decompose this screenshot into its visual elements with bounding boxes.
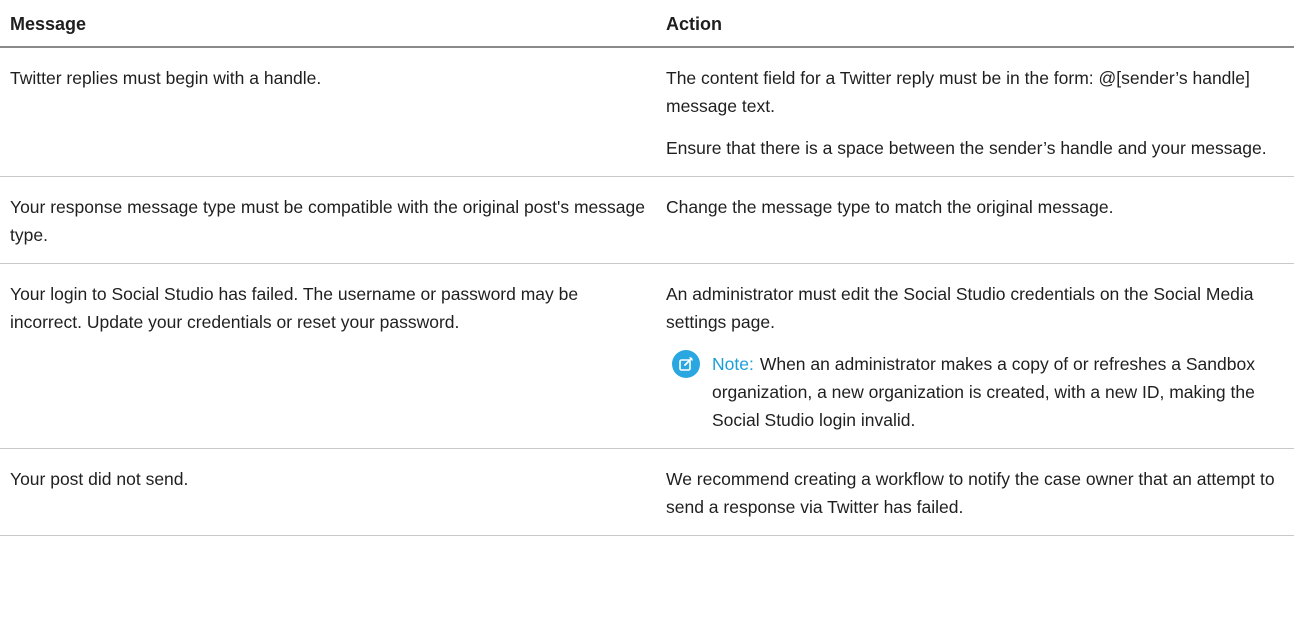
table-header-row: Message Action [0,0,1294,48]
note-label: Note: [712,354,754,374]
note-text: When an administrator makes a copy of or… [712,354,1255,430]
action-text: Change the message type to match the ori… [666,197,1114,217]
table-row: Your response message type must be compa… [0,176,1294,264]
action-text: We recommend creating a workflow to noti… [666,469,1275,517]
message-cell: Your post did not send. [0,448,656,536]
action-cell: Change the message type to match the ori… [656,176,1294,264]
table-row: Your login to Social Studio has failed. … [0,263,1294,449]
header-action: Action [656,0,1294,48]
header-message: Message [0,0,656,48]
message-cell: Your response message type must be compa… [0,176,656,264]
message-text: Twitter replies must begin with a handle… [10,68,322,88]
message-text: Your post did not send. [10,469,189,489]
message-cell: Twitter replies must begin with a handle… [0,47,656,177]
note-callout: Note: When an administrator makes a copy … [666,350,1284,434]
action-cell: The content field for a Twitter reply mu… [656,47,1294,177]
action-cell: An administrator must edit the Social St… [656,263,1294,449]
action-text: The content field for a Twitter reply mu… [666,68,1250,116]
message-text: Your response message type must be compa… [10,197,645,245]
message-text: Your login to Social Studio has failed. … [10,284,579,332]
action-text: An administrator must edit the Social St… [666,284,1254,332]
message-cell: Your login to Social Studio has failed. … [0,263,656,449]
edit-note-icon [672,350,700,378]
note-body: Note: When an administrator makes a copy … [712,350,1284,434]
action-cell: We recommend creating a workflow to noti… [656,448,1294,536]
action-text: Ensure that there is a space between the… [666,138,1267,158]
error-messages-table: Message Action Twitter replies must begi… [0,0,1294,536]
table-row: Your post did not send. We recommend cre… [0,448,1294,536]
table-row: Twitter replies must begin with a handle… [0,47,1294,177]
